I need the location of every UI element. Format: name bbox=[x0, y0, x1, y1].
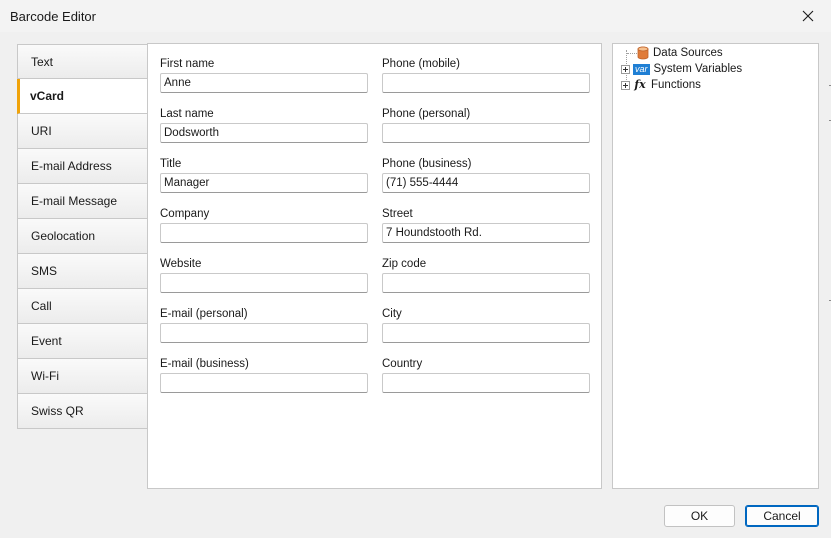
street-group: Street 7 Houndstooth Rd. bbox=[382, 207, 590, 243]
city-label: City bbox=[382, 308, 402, 320]
first-name-label: First name bbox=[160, 58, 215, 70]
phone-mobile-input[interactable] bbox=[382, 73, 590, 93]
country-label: Country bbox=[382, 358, 423, 370]
phone-business-group: Phone (business) (71) 555-4444 bbox=[382, 157, 590, 193]
email-personal-label: E-mail (personal) bbox=[160, 308, 248, 320]
phone-personal-input[interactable] bbox=[382, 123, 590, 143]
tab-call[interactable]: Call bbox=[17, 289, 148, 324]
company-label: Company bbox=[160, 208, 210, 220]
phone-business-input[interactable]: (71) 555-4444 bbox=[382, 173, 590, 193]
title-bar: Barcode Editor bbox=[0, 0, 831, 32]
email-business-group: E-mail (business) bbox=[160, 357, 368, 393]
country-group: Country bbox=[382, 357, 590, 393]
phone-personal-label: Phone (personal) bbox=[382, 108, 471, 120]
phone-mobile-label: Phone (mobile) bbox=[382, 58, 460, 70]
tab-text[interactable]: Text bbox=[17, 44, 148, 79]
tab-swiss-qr[interactable]: Swiss QR bbox=[17, 394, 148, 429]
tree-connector-line bbox=[627, 53, 637, 54]
cancel-button[interactable]: Cancel bbox=[745, 505, 819, 527]
tab-email-address[interactable]: E-mail Address bbox=[17, 149, 148, 184]
tab-geolocation[interactable]: Geolocation bbox=[17, 219, 148, 254]
website-input[interactable] bbox=[160, 273, 368, 293]
database-icon bbox=[637, 46, 649, 60]
tab-sms[interactable]: SMS bbox=[17, 254, 148, 289]
tab-uri[interactable]: URI bbox=[17, 114, 148, 149]
close-button[interactable] bbox=[785, 0, 831, 32]
phone-mobile-group: Phone (mobile) bbox=[382, 57, 590, 93]
last-name-label: Last name bbox=[160, 108, 214, 120]
tree-item-functions[interactable]: fx Functions bbox=[621, 77, 701, 93]
zip-code-group: Zip code bbox=[382, 257, 590, 293]
tree-item-label: Functions bbox=[651, 79, 701, 91]
street-input[interactable]: 7 Houndstooth Rd. bbox=[382, 223, 590, 243]
expand-icon[interactable] bbox=[621, 64, 630, 74]
website-group: Website bbox=[160, 257, 368, 293]
close-icon bbox=[802, 10, 814, 22]
first-name-input[interactable]: Anne bbox=[160, 73, 368, 93]
first-name-group: First name Anne bbox=[160, 57, 368, 93]
expand-icon[interactable] bbox=[621, 80, 630, 90]
email-business-input[interactable] bbox=[160, 373, 368, 393]
title-label: Title bbox=[160, 158, 182, 170]
website-label: Website bbox=[160, 258, 202, 270]
window-title: Barcode Editor bbox=[10, 9, 96, 24]
phone-personal-group: Phone (personal) bbox=[382, 107, 590, 143]
phone-business-label: Phone (business) bbox=[382, 158, 472, 170]
email-personal-input[interactable] bbox=[160, 323, 368, 343]
ok-button[interactable]: OK bbox=[664, 505, 735, 527]
var-icon: var bbox=[633, 63, 650, 75]
tree-item-label: System Variables bbox=[653, 63, 743, 75]
tab-wifi[interactable]: Wi-Fi bbox=[17, 359, 148, 394]
vcard-form-panel: First name Anne Last name Dodsworth Titl… bbox=[147, 43, 602, 489]
title-input[interactable]: Manager bbox=[160, 173, 368, 193]
zip-code-input[interactable] bbox=[382, 273, 590, 293]
company-input[interactable] bbox=[160, 223, 368, 243]
zip-code-label: Zip code bbox=[382, 258, 427, 270]
tree-item-data-sources[interactable]: Data Sources bbox=[637, 45, 723, 61]
email-business-label: E-mail (business) bbox=[160, 358, 249, 370]
tree-item-system-variables[interactable]: var System Variables bbox=[621, 61, 742, 77]
city-group: City bbox=[382, 307, 590, 343]
tab-email-message[interactable]: E-mail Message bbox=[17, 184, 148, 219]
company-group: Company bbox=[160, 207, 368, 243]
street-label: Street bbox=[382, 208, 413, 220]
last-name-input[interactable]: Dodsworth bbox=[160, 123, 368, 143]
tab-vcard[interactable]: vCard bbox=[17, 79, 148, 114]
tab-event[interactable]: Event bbox=[17, 324, 148, 359]
city-input[interactable] bbox=[382, 323, 590, 343]
country-input[interactable] bbox=[382, 373, 590, 393]
data-tree-panel bbox=[612, 43, 819, 489]
fx-icon: fx bbox=[634, 78, 646, 91]
last-name-group: Last name Dodsworth bbox=[160, 107, 368, 143]
title-group: Title Manager bbox=[160, 157, 368, 193]
barcode-type-tabs: Text vCard URI E-mail Address E-mail Mes… bbox=[17, 44, 148, 429]
email-personal-group: E-mail (personal) bbox=[160, 307, 368, 343]
tree-item-label: Data Sources bbox=[653, 47, 723, 59]
